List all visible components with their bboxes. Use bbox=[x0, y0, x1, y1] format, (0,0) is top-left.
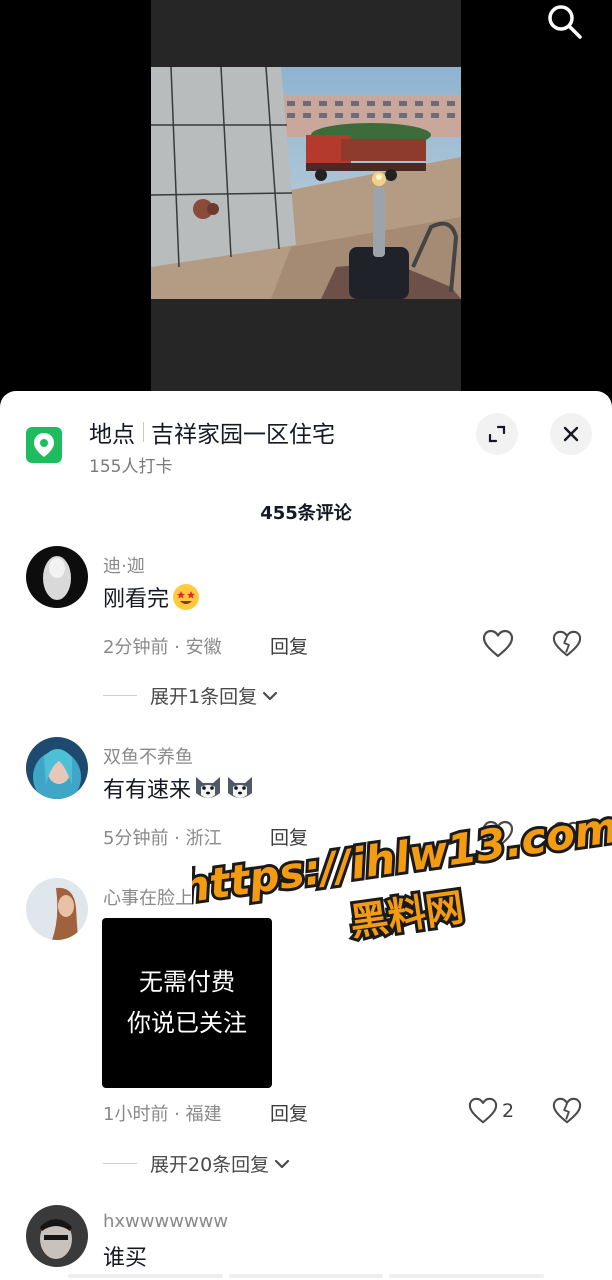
broken-heart-icon bbox=[552, 1097, 582, 1124]
close-sheet-button[interactable] bbox=[550, 413, 592, 455]
comment-image[interactable]: 无需付费 你说已关注 bbox=[102, 918, 272, 1088]
expand-sheet-button[interactable] bbox=[476, 413, 518, 455]
comment-username[interactable]: 迪·迦 bbox=[103, 552, 145, 578]
close-icon bbox=[563, 426, 579, 442]
comment-meta: 2分钟前 · 安徽 bbox=[103, 637, 222, 658]
comment-username[interactable]: 双鱼不养鱼 bbox=[103, 743, 193, 769]
star-struck-emoji-icon bbox=[173, 584, 200, 610]
image-text: 你说已关注 bbox=[127, 1009, 247, 1037]
expand-replies-button[interactable]: 展开1条回复 bbox=[103, 682, 280, 709]
comment-username[interactable]: hxwwwwwww bbox=[103, 1211, 228, 1232]
comment-item: 心事在脸上 无需付费 你说已关注 1小时前 · 福建 回复 2 展开20条回复 bbox=[0, 878, 612, 1178]
bottom-bar bbox=[68, 1274, 545, 1278]
image-text: 无需付费 bbox=[139, 968, 235, 996]
location-name: 吉祥家园一区住宅 bbox=[151, 422, 335, 448]
avatar[interactable] bbox=[26, 878, 88, 940]
avatar[interactable] bbox=[26, 546, 88, 608]
chevron-down-icon bbox=[262, 691, 278, 700]
video-frame[interactable] bbox=[151, 67, 461, 299]
comment-item: 双鱼不养鱼 有有速来 5分钟前 · 浙江 回复 bbox=[0, 737, 612, 867]
like-button[interactable] bbox=[482, 629, 518, 659]
broken-heart-icon bbox=[552, 630, 582, 657]
location-checkins: 155人打卡 bbox=[89, 457, 173, 477]
reply-button[interactable]: 回复 bbox=[270, 823, 308, 850]
chevron-down-icon bbox=[275, 1159, 290, 1168]
comment-text: 有有速来 bbox=[103, 772, 255, 804]
comment-sheet: 地点 吉祥家园一区住宅 155人打卡 455条评论 迪·迦 刚看完 2分钟前 ·… bbox=[0, 391, 612, 1280]
comment-count: 455条评论 bbox=[260, 503, 352, 524]
video-thumbnail bbox=[151, 67, 461, 299]
heart-icon bbox=[482, 629, 514, 658]
comment-text: 谁买 bbox=[103, 1246, 148, 1271]
husky-emoji-icon bbox=[228, 777, 253, 798]
avatar[interactable] bbox=[26, 1205, 88, 1267]
search-icon bbox=[548, 5, 582, 39]
heart-icon bbox=[482, 820, 514, 849]
avatar[interactable] bbox=[26, 737, 88, 799]
location-header[interactable]: 地点 吉祥家园一区住宅 155人打卡 bbox=[0, 391, 612, 491]
comment-meta: 5分钟前 · 浙江 bbox=[103, 828, 222, 849]
divider bbox=[103, 695, 137, 696]
like-count: 2 bbox=[502, 1100, 515, 1122]
comment-item: 迪·迦 刚看完 2分钟前 · 安徽 回复 展开1条回复 bbox=[0, 546, 612, 726]
dislike-button[interactable] bbox=[552, 820, 582, 854]
comment-username[interactable]: 心事在脸上 bbox=[103, 884, 193, 910]
heart-icon bbox=[468, 1097, 498, 1124]
husky-emoji-icon bbox=[196, 777, 221, 798]
reply-button[interactable]: 回复 bbox=[270, 632, 308, 659]
location-pin-icon bbox=[26, 427, 62, 463]
expand-icon bbox=[488, 425, 506, 443]
dislike-button[interactable] bbox=[552, 629, 582, 663]
location-title[interactable]: 地点 吉祥家园一区住宅 bbox=[89, 415, 335, 449]
location-separator bbox=[143, 422, 144, 442]
search-button[interactable] bbox=[540, 0, 590, 44]
dislike-button[interactable] bbox=[552, 1096, 582, 1130]
broken-heart-icon bbox=[552, 821, 582, 848]
comment-text: 刚看完 bbox=[103, 581, 201, 613]
location-label: 地点 bbox=[89, 422, 135, 448]
comment-item: hxwwwwwww 谁买 bbox=[0, 1205, 612, 1280]
video-player[interactable] bbox=[0, 0, 612, 400]
like-button[interactable] bbox=[482, 820, 518, 850]
expand-replies-button[interactable]: 展开20条回复 bbox=[103, 1150, 292, 1177]
comment-meta: 1小时前 · 福建 bbox=[103, 1104, 222, 1125]
divider bbox=[103, 1163, 137, 1164]
reply-button[interactable]: 回复 bbox=[270, 1099, 308, 1126]
like-button[interactable]: 2 bbox=[468, 1096, 514, 1126]
